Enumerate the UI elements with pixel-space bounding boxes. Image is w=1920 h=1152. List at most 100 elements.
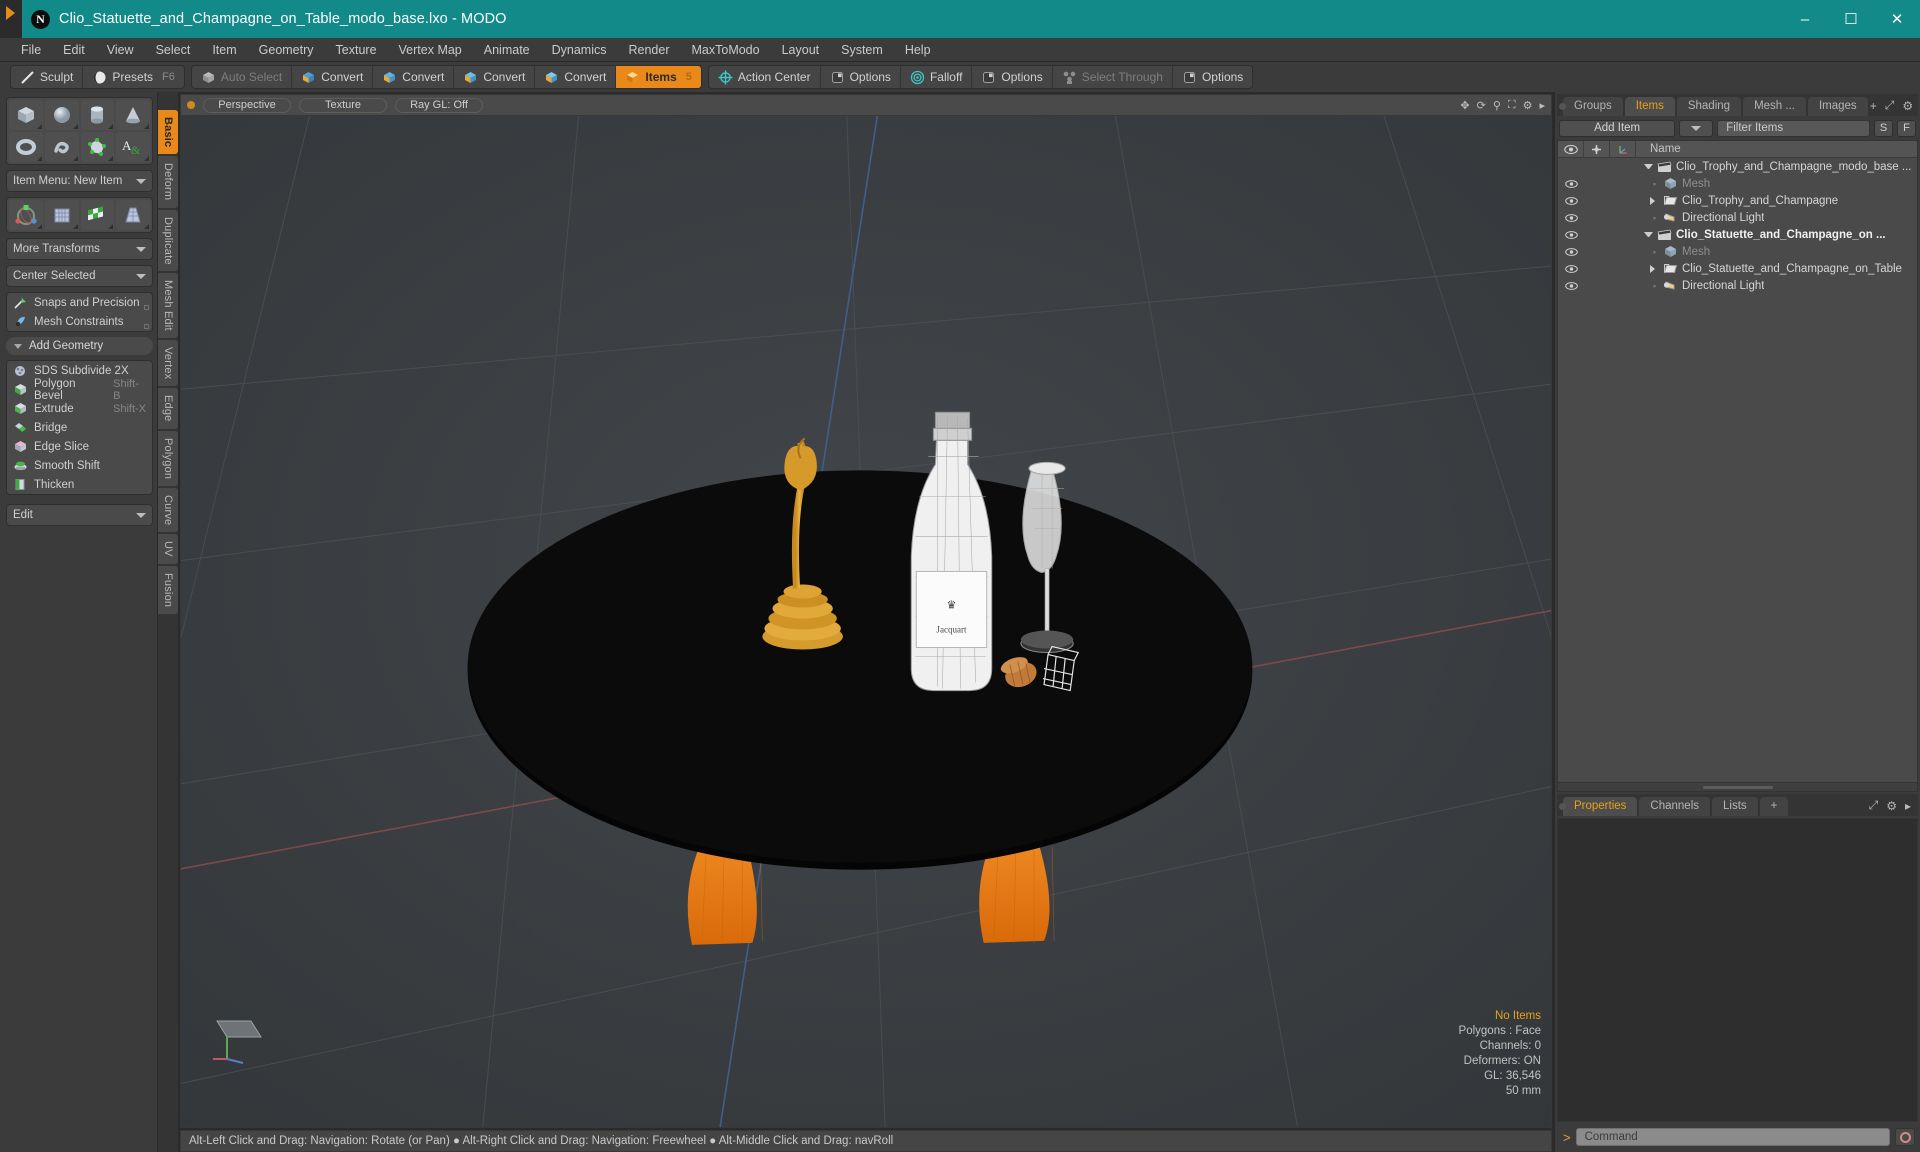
eye-icon[interactable]	[1558, 179, 1584, 188]
presets-button[interactable]: Presets F6	[83, 66, 184, 88]
filter-f-button[interactable]: F	[1897, 119, 1916, 137]
tube-primitive-icon[interactable]	[44, 132, 79, 162]
menu-item-help[interactable]: Help	[894, 38, 942, 62]
edit-dropdown[interactable]: Edit	[6, 504, 153, 526]
sphere-primitive-icon[interactable]	[44, 100, 79, 130]
polygon-bevel-row[interactable]: Polygon Bevel Shift-B	[7, 378, 152, 402]
menu-item-select[interactable]: Select	[145, 38, 202, 62]
items-panel-tab-images[interactable]: Images	[1807, 97, 1868, 116]
mesh-constraints-row[interactable]: Mesh Constraints	[7, 312, 152, 331]
sculpt-button[interactable]: Sculpt	[11, 66, 84, 88]
smooth-shift-row[interactable]: Smooth Shift	[7, 456, 152, 475]
action-center-button[interactable]: Action Center	[709, 66, 821, 88]
filter-items-input[interactable]: Filter Items	[1717, 119, 1870, 137]
zoom-view-icon[interactable]: ⚲	[1493, 99, 1501, 112]
properties-panel-tab--[interactable]: +	[1759, 797, 1789, 816]
menu-item-dynamics[interactable]: Dynamics	[541, 38, 618, 62]
item-tree-row[interactable]: ▪ Mesh	[1558, 243, 1917, 260]
snaps-and-precision-row[interactable]: Snaps and Precision	[7, 293, 152, 312]
items-panel-tab-shading[interactable]: Shading	[1676, 97, 1742, 116]
maximize-button[interactable]: ☐	[1828, 0, 1874, 38]
eye-icon[interactable]	[1558, 264, 1584, 273]
command-input[interactable]: Command	[1575, 1128, 1890, 1146]
viewport-menu-dot-icon[interactable]	[187, 101, 195, 109]
items-panel-tab-groups[interactable]: Groups	[1563, 97, 1623, 116]
plus-icon[interactable]: +	[1870, 99, 1877, 113]
item-tree-row[interactable]: ▪ Directional Light	[1558, 209, 1917, 226]
bend-grid-icon[interactable]	[44, 200, 79, 230]
options-button[interactable]: Options	[972, 66, 1053, 88]
chevron-right-icon[interactable]: ▸	[1905, 799, 1911, 813]
cylinder-primitive-icon[interactable]	[80, 100, 115, 130]
chevron-down-icon[interactable]	[1644, 164, 1653, 169]
eye-icon[interactable]	[1558, 213, 1584, 222]
thicken-row[interactable]: Thicken	[7, 475, 152, 494]
menu-item-item[interactable]: Item	[201, 38, 247, 62]
tool-tab-basic[interactable]: Basic	[158, 110, 178, 155]
menu-item-edit[interactable]: Edit	[52, 38, 96, 62]
edge-slice-row[interactable]: Edge Slice	[7, 437, 152, 456]
minimize-button[interactable]: –	[1782, 0, 1828, 38]
expand-icon[interactable]: ⤢	[1869, 798, 1879, 813]
eye-icon[interactable]	[1558, 281, 1584, 290]
convert-button[interactable]: Convert	[373, 66, 455, 88]
viewport-3d[interactable]: ♛ Jacquart No Items Polygons: Face Chan…	[180, 116, 1552, 1128]
item-tree-row[interactable]: Clio_Trophy_and_Champagne_modo_base ...	[1558, 158, 1917, 175]
viewport-projection-button[interactable]: Perspective	[203, 97, 291, 113]
options-button[interactable]: Options	[1173, 66, 1252, 88]
chevron-right-icon[interactable]	[1650, 264, 1659, 273]
items-button[interactable]: Items 5	[616, 66, 701, 88]
item-tree-row[interactable]: Clio_Statuette_and_Champagne_on ...	[1558, 226, 1917, 243]
convert-button[interactable]: Convert	[292, 66, 374, 88]
center-selected-dropdown[interactable]: Center Selected	[6, 265, 153, 287]
menu-item-geometry[interactable]: Geometry	[248, 38, 325, 62]
menu-item-view[interactable]: View	[96, 38, 145, 62]
tool-tab-duplicate[interactable]: Duplicate	[158, 209, 178, 272]
menu-item-texture[interactable]: Texture	[325, 38, 388, 62]
add-item-button[interactable]: Add Item	[1559, 119, 1676, 137]
tool-tab-curve[interactable]: Curve	[158, 488, 178, 533]
add-geometry-section-header[interactable]: Add Geometry	[6, 337, 153, 355]
menu-item-layout[interactable]: Layout	[771, 38, 831, 62]
add-item-dropdown-button[interactable]	[1679, 119, 1714, 137]
item-tree-row[interactable]: ▪ Directional Light	[1558, 277, 1917, 294]
item-menu-dropdown[interactable]: Item Menu: New Item	[6, 170, 153, 192]
viewport-raygl-button[interactable]: Ray GL: Off	[395, 97, 483, 113]
menu-item-system[interactable]: System	[830, 38, 894, 62]
tool-tab-uv[interactable]: UV	[158, 534, 178, 565]
tree-horizontal-scrollbar[interactable]	[1558, 782, 1917, 791]
gear-icon[interactable]: ⚙	[1523, 99, 1533, 112]
convert-button[interactable]: Convert	[454, 66, 536, 88]
properties-panel-tab-channels[interactable]: Channels	[1639, 797, 1711, 816]
eye-icon[interactable]	[1558, 230, 1584, 239]
item-tree-row[interactable]: Clio_Statuette_and_Champagne_on_Table	[1558, 260, 1917, 277]
tool-tab-vertex[interactable]: Vertex	[158, 340, 178, 387]
move-view-icon[interactable]: ✥	[1460, 99, 1469, 112]
eye-icon[interactable]	[1558, 196, 1584, 205]
item-tree-row[interactable]: Clio_Trophy_and_Champagne	[1558, 192, 1917, 209]
items-panel-tab-items[interactable]: Items	[1624, 97, 1675, 116]
options-button[interactable]: Options	[821, 66, 901, 88]
rotate-view-icon[interactable]: ⟳	[1477, 99, 1486, 112]
polygon-pen-icon[interactable]	[80, 132, 115, 162]
tool-tab-fusion[interactable]: Fusion	[158, 566, 178, 615]
text-tool-icon[interactable]: A &	[116, 132, 150, 162]
tool-tab-polygon[interactable]: Polygon	[158, 430, 178, 487]
cube-primitive-icon[interactable]	[9, 100, 43, 130]
expand-icon[interactable]: ⤢	[1885, 98, 1895, 113]
transform-gizmo-icon[interactable]	[9, 200, 43, 230]
menu-item-file[interactable]: File	[10, 38, 52, 62]
tool-tab-edge[interactable]: Edge	[158, 388, 178, 429]
gear-icon[interactable]: ⚙	[1902, 99, 1913, 113]
chevron-right-icon[interactable]: ▸	[1539, 99, 1545, 112]
fit-view-icon[interactable]: ⛶	[1508, 99, 1516, 112]
bridge-row[interactable]: Bridge	[7, 418, 152, 437]
filter-s-button[interactable]: S	[1874, 119, 1893, 137]
chevron-down-icon[interactable]	[1644, 232, 1653, 237]
cone-primitive-icon[interactable]	[116, 100, 150, 130]
items-panel-tab-mesh-[interactable]: Mesh ...	[1743, 97, 1806, 116]
menu-item-animate[interactable]: Animate	[473, 38, 541, 62]
extrude-row[interactable]: Extrude Shift-X	[7, 399, 152, 418]
more-transforms-dropdown[interactable]: More Transforms	[6, 238, 153, 260]
viewport-shading-button[interactable]: Texture	[299, 97, 387, 113]
